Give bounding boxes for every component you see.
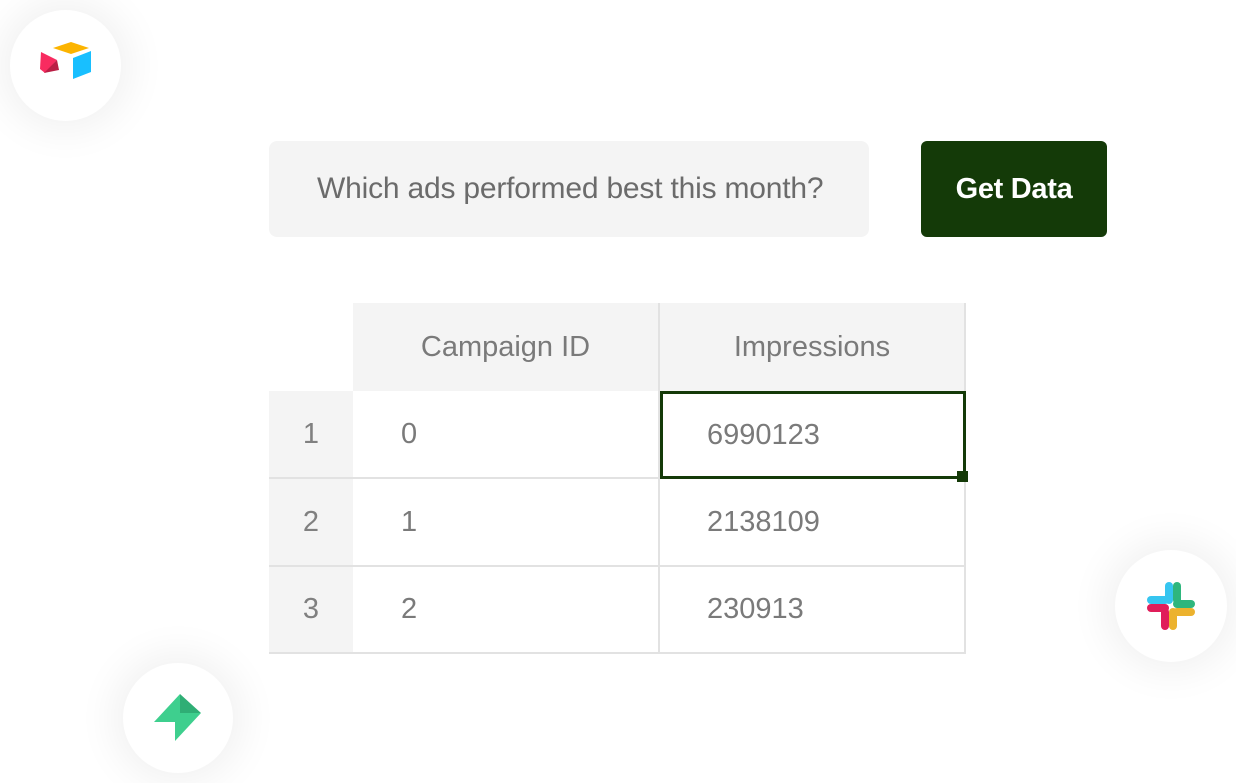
query-input[interactable]: Which ads performed best this month?	[269, 141, 869, 237]
impressions-cell[interactable]: 230913	[660, 567, 966, 654]
query-text: Which ads performed best this month?	[317, 172, 824, 205]
column-header-campaign-id[interactable]: Campaign ID	[353, 303, 660, 391]
column-header-impressions[interactable]: Impressions	[660, 303, 966, 391]
slack-icon	[1147, 582, 1195, 630]
row-number[interactable]: 1	[269, 391, 353, 479]
slack-badge	[1115, 550, 1227, 662]
airtable-icon	[39, 41, 91, 79]
campaign-id-cell[interactable]: 2	[353, 567, 660, 654]
row-number[interactable]: 3	[269, 567, 353, 654]
airtable-badge	[10, 10, 121, 121]
impressions-cell-selected[interactable]: 6990123	[660, 391, 966, 479]
bolt-badge	[123, 663, 233, 773]
campaign-id-cell[interactable]: 1	[353, 479, 660, 567]
fill-handle[interactable]	[957, 471, 968, 482]
get-data-button[interactable]: Get Data	[921, 141, 1107, 237]
results-table: Campaign ID Impressions 1 0 6990123 2 1 …	[269, 303, 968, 654]
row-number[interactable]: 2	[269, 479, 353, 567]
impressions-cell[interactable]: 2138109	[660, 479, 966, 567]
campaign-id-cell[interactable]: 0	[353, 391, 660, 479]
bolt-icon	[154, 694, 201, 741]
